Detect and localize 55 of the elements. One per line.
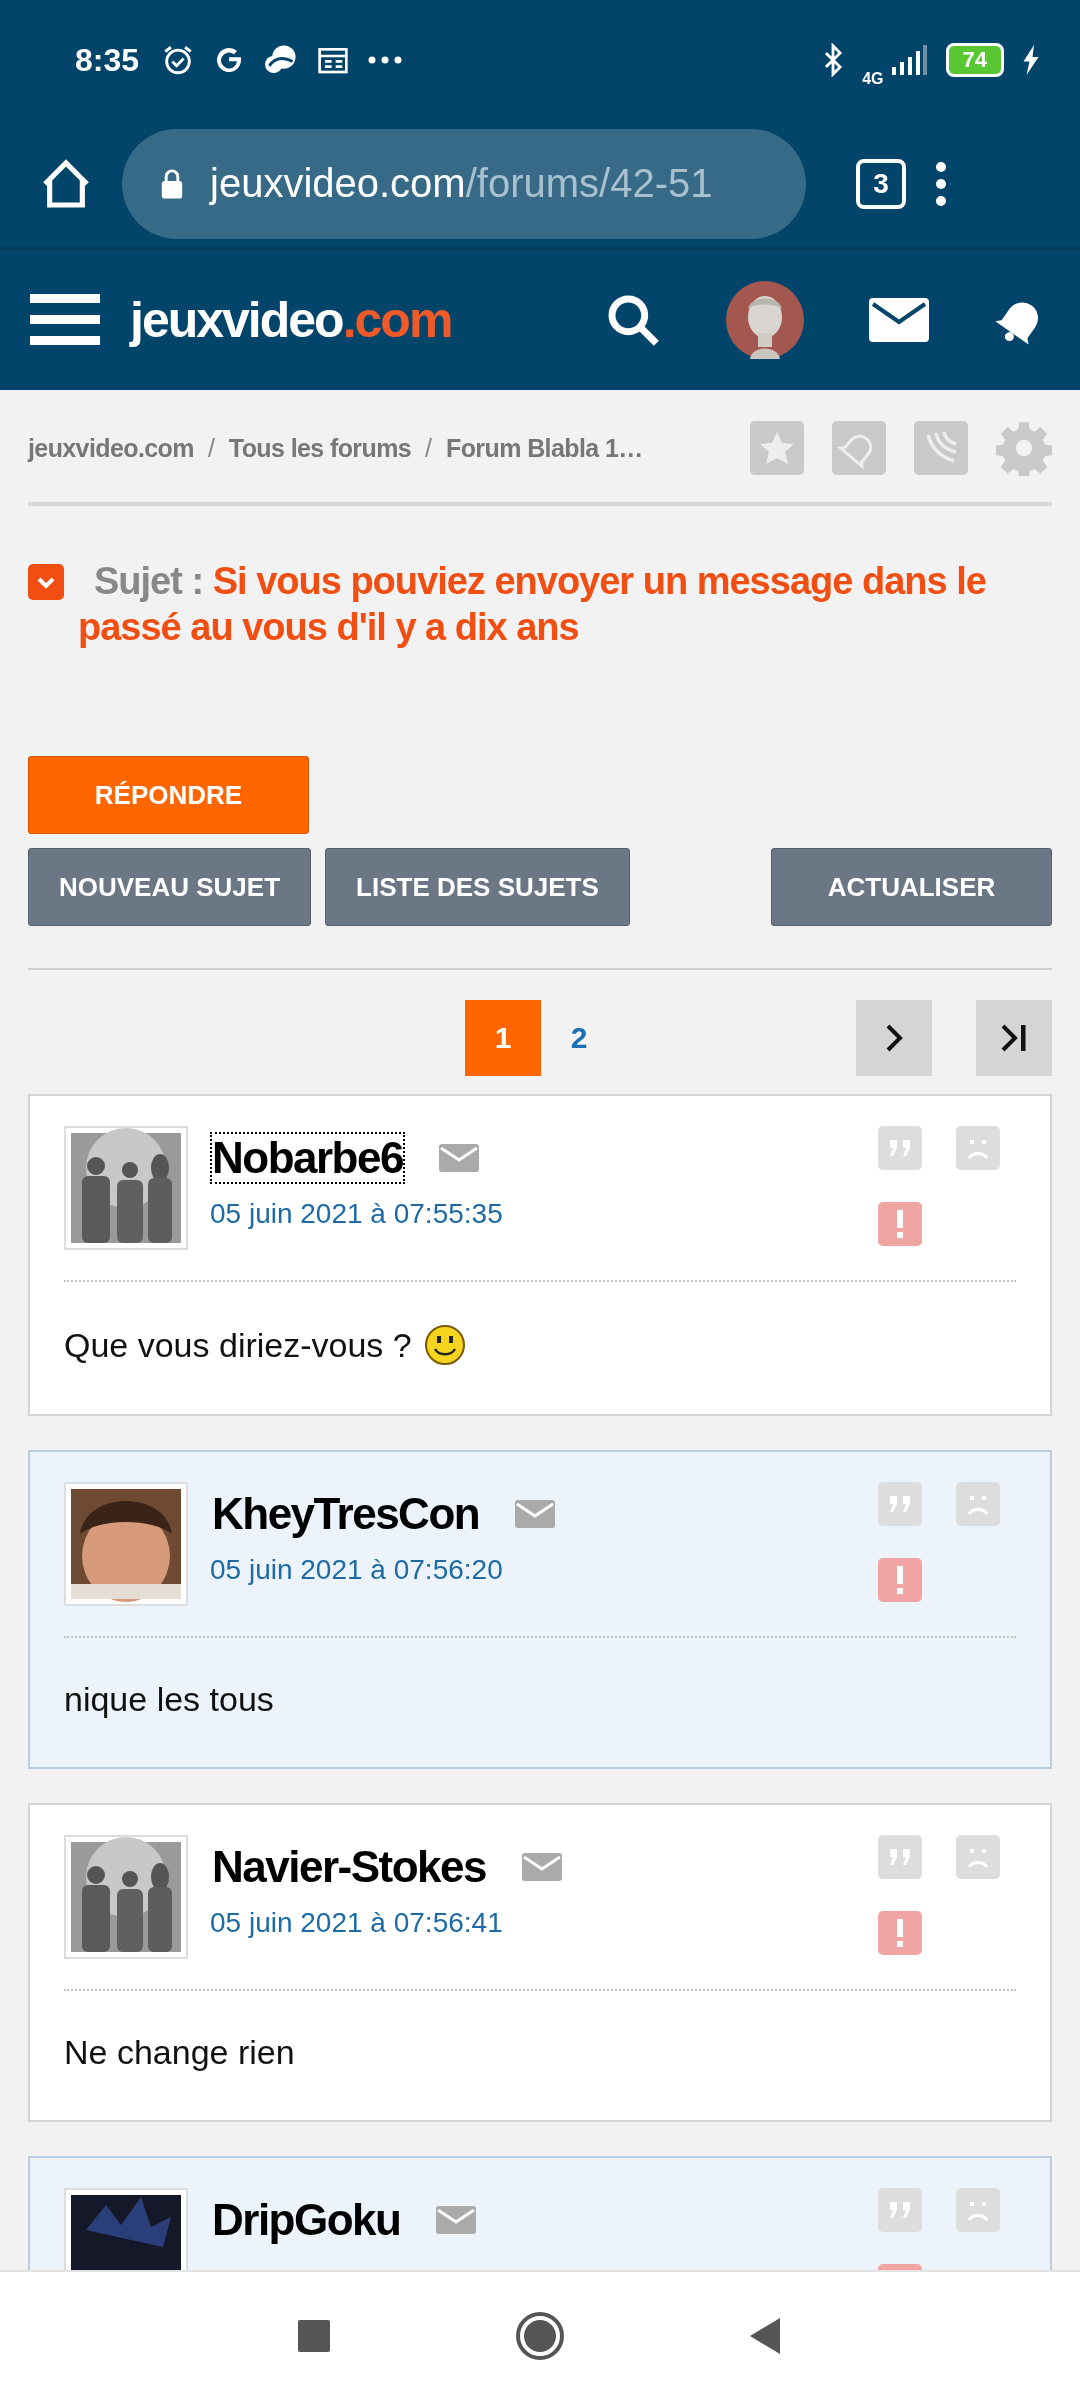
breadcrumb-link[interactable]: Tous les forums <box>228 433 412 463</box>
menu-icon[interactable] <box>30 292 100 348</box>
quote-icon[interactable] <box>878 2188 922 2232</box>
tab-count-button[interactable]: 3 <box>856 158 906 209</box>
breadcrumb-separator: / <box>207 433 215 463</box>
page-link[interactable]: 1 <box>465 1000 541 1076</box>
status-time: 8:35 <box>75 41 140 79</box>
lock-icon <box>160 167 184 200</box>
breadcrumb-link[interactable]: jeuxvideo.com <box>28 433 194 463</box>
author-name[interactable]: Navier-Stokes <box>210 1841 488 1893</box>
breadcrumb-separator: / <box>425 433 433 463</box>
forum-button[interactable]: LISTE DES SUJETS <box>325 848 630 926</box>
charging-icon <box>1022 45 1040 75</box>
quote-icon[interactable] <box>878 1126 922 1170</box>
post-message: Ne change rien <box>64 2033 295 2072</box>
post-date[interactable]: 05 juin 2021 à 07:56:41 <box>210 1907 562 1939</box>
post-message: nique les tous <box>64 1680 274 1719</box>
signal-waves-icon[interactable] <box>914 421 968 475</box>
author-name[interactable]: KheyTresCon <box>210 1488 482 1540</box>
battery-level: 74 <box>945 43 1004 77</box>
report-icon[interactable] <box>878 1202 922 1246</box>
author-name[interactable]: DripGoku <box>210 2194 403 2246</box>
sad-face-icon[interactable] <box>956 1482 1000 1526</box>
bluetooth-icon <box>822 43 845 77</box>
author-name[interactable]: Nobarbe6 <box>210 1132 405 1184</box>
calendar-icon <box>317 45 350 75</box>
network-label: 4G <box>862 70 884 88</box>
next-page-icon[interactable] <box>856 1000 932 1076</box>
last-page-icon[interactable] <box>976 1000 1052 1076</box>
url-field[interactable]: jeuxvideo.com/forums/42-51 <box>122 128 806 239</box>
topic-title: Sujet : Si vous pouviez envoyer un message dans le passé au vous d'il y a dix ans <box>78 559 987 650</box>
post-date[interactable]: 05 juin 2021 à 07:56:20 <box>210 1554 556 1586</box>
site-logo[interactable]: jeuxvideo.com <box>130 291 452 349</box>
sad-face-icon[interactable] <box>956 2188 1000 2232</box>
more-icon <box>367 55 404 65</box>
quote-icon[interactable] <box>878 1482 922 1526</box>
home-icon[interactable] <box>515 2311 565 2361</box>
refresh-button[interactable]: ACTUALISER <box>771 848 1052 926</box>
back-icon[interactable] <box>750 2318 782 2354</box>
page-link[interactable]: 2 <box>541 1000 617 1076</box>
reply-button[interactable]: RÉPONDRE <box>28 756 309 834</box>
post-date[interactable]: 05 juin 2021 à 07:55:35 <box>210 1198 503 1230</box>
sad-face-icon[interactable] <box>956 1835 1000 1879</box>
forum-button[interactable]: NOUVEAU SUJET <box>28 848 312 926</box>
url-text: jeuxvideo.com/forums/42-51 <box>210 161 713 206</box>
post-message: Que vous diriez-vous ? <box>64 1325 412 1365</box>
mail-icon[interactable] <box>869 298 929 342</box>
collapse-icon[interactable] <box>28 564 64 600</box>
settings-icon[interactable] <box>996 420 1052 476</box>
sad-face-icon[interactable] <box>956 1126 1000 1170</box>
report-icon[interactable] <box>878 1558 922 1602</box>
report-icon[interactable] <box>878 1911 922 1955</box>
menu-icon[interactable] <box>934 159 948 208</box>
quote-icon[interactable] <box>878 1835 922 1879</box>
breadcrumb-link[interactable]: Forum Blabla 1… <box>446 433 643 463</box>
